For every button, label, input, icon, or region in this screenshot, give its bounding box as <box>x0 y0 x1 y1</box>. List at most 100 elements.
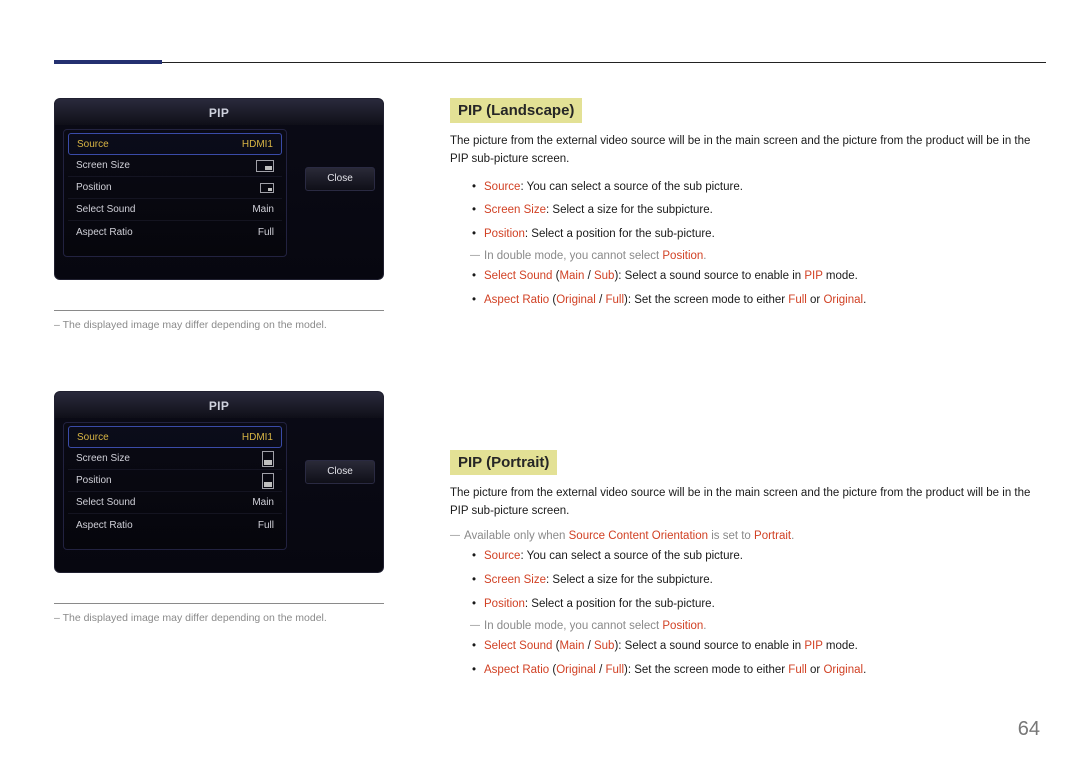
bullet-text: : You can select a source of the sub pic… <box>520 181 742 193</box>
pip-panel-portrait: PIP Source HDMI1 Screen Size <box>54 391 384 573</box>
bullet-select-sound: Select Sound (Main / Sub): Select a soun… <box>450 638 1036 656</box>
kw-full: Full <box>605 294 624 306</box>
position-portrait-icon <box>262 473 274 489</box>
section-portrait: PIP (Portrait) The picture from the exte… <box>450 450 1036 680</box>
sep-or: or <box>807 294 824 306</box>
bullet-text: : You can select a source of the sub pic… <box>520 550 742 562</box>
bullet-text: : Select a size for the subpicture. <box>546 574 713 586</box>
bullet-position: Position: Select a position for the sub-… <box>450 226 1036 244</box>
bullet-aspect-ratio: Aspect Ratio (Original / Full): Set the … <box>450 662 1036 680</box>
sep: / <box>584 270 594 282</box>
close-button[interactable]: Close <box>305 460 375 484</box>
bullet-text: : Set the screen mode to either <box>628 664 788 676</box>
menu-value: HDMI1 <box>242 432 273 443</box>
header-accent <box>54 60 162 64</box>
kw-aspect-ratio: Aspect Ratio <box>484 294 549 306</box>
note-text: In double mode, you cannot select <box>484 250 662 262</box>
footnote-dash: – <box>54 319 63 331</box>
footnote-text: The displayed image may differ depending… <box>63 319 327 331</box>
kw-position: Position <box>484 228 525 240</box>
menu-value <box>256 160 274 172</box>
kw-full: Full <box>605 664 624 676</box>
page-number: 64 <box>1018 718 1040 741</box>
heading-pip-landscape: PIP (Landscape) <box>450 98 582 123</box>
screen-size-portrait-icon <box>262 451 274 467</box>
menu-row-source[interactable]: Source HDMI1 <box>68 426 282 448</box>
pip-panel: PIP Source HDMI1 Screen Size <box>54 98 384 280</box>
bullet-aspect-ratio: Aspect Ratio (Original / Full): Set the … <box>450 292 1036 310</box>
menu-label: Screen Size <box>76 160 130 171</box>
kw-pip: PIP <box>804 640 822 652</box>
kw-portrait: Portrait <box>754 530 791 542</box>
bullet-tail: mode. <box>823 640 858 652</box>
menu-label: Select Sound <box>76 497 136 508</box>
kw-original: Original <box>823 294 863 306</box>
menu-row-screen-size[interactable]: Screen Size <box>68 448 282 470</box>
bullet-position: Position: Select a position for the sub-… <box>450 596 1036 614</box>
note-text: Available only when <box>464 530 569 542</box>
bullet-tail: . <box>863 664 866 676</box>
menu-row-source[interactable]: Source HDMI1 <box>68 133 282 155</box>
kw-screen-size: Screen Size <box>484 574 546 586</box>
panel-footnote: – The displayed image may differ dependi… <box>54 319 406 331</box>
header-rule <box>54 62 1046 63</box>
bullet-screen-size: Screen Size: Select a size for the subpi… <box>450 572 1036 590</box>
bullet-text: : Select a sound source to enable in <box>618 640 804 652</box>
menu-label: Source <box>77 139 109 150</box>
pip-panel: PIP Source HDMI1 Screen Size <box>54 391 384 573</box>
bullet-tail: mode. <box>823 270 858 282</box>
sep-or: or <box>807 664 824 676</box>
note-tail: . <box>703 250 706 262</box>
menu-row-aspect-ratio[interactable]: Aspect Ratio Full <box>68 221 282 243</box>
kw-source: Source <box>484 550 520 562</box>
sep: / <box>584 640 594 652</box>
kw-aspect-ratio: Aspect Ratio <box>484 664 549 676</box>
menu-box: Source HDMI1 Screen Size Position <box>63 129 287 257</box>
kw-original: Original <box>823 664 863 676</box>
bullet-source: Source: You can select a source of the s… <box>450 548 1036 566</box>
right-column: PIP (Landscape) The picture from the ext… <box>450 98 1036 685</box>
kw-pip: PIP <box>804 270 822 282</box>
panel-body: Source HDMI1 Screen Size Position <box>63 422 375 564</box>
kw-source-content-orientation: Source Content Orientation <box>569 530 708 542</box>
kw-position: Position <box>662 620 703 632</box>
menu-label: Screen Size <box>76 453 130 464</box>
section-landscape: PIP (Landscape) The picture from the ext… <box>450 98 1036 310</box>
note-available-only: Available only when Source Content Orien… <box>464 530 1036 542</box>
intro-landscape: The picture from the external video sour… <box>450 133 1036 169</box>
bullet-tail: . <box>863 294 866 306</box>
note-double-mode: In double mode, you cannot select Positi… <box>484 620 1036 632</box>
bullet-select-sound: Select Sound (Main / Sub): Select a soun… <box>450 268 1036 286</box>
menu-value: HDMI1 <box>242 139 273 150</box>
bullet-text: : Set the screen mode to either <box>628 294 788 306</box>
menu-label: Source <box>77 432 109 443</box>
note-tail: . <box>791 530 794 542</box>
menu-box: Source HDMI1 Screen Size Position <box>63 422 287 550</box>
menu-row-position[interactable]: Position <box>68 177 282 199</box>
note-mid: is set to <box>708 530 754 542</box>
page: PIP Source HDMI1 Screen Size <box>0 0 1080 763</box>
pip-panel-landscape: PIP Source HDMI1 Screen Size <box>54 98 384 280</box>
footnote-text: The displayed image may differ depending… <box>63 612 327 624</box>
menu-label: Aspect Ratio <box>76 520 133 531</box>
panel-portrait-block: PIP Source HDMI1 Screen Size <box>54 391 406 624</box>
bullet-list: Source: You can select a source of the s… <box>450 548 1036 613</box>
kw-position: Position <box>662 250 703 262</box>
note-tail: . <box>703 620 706 632</box>
close-button[interactable]: Close <box>305 167 375 191</box>
panel-title: PIP <box>55 99 383 125</box>
menu-row-select-sound[interactable]: Select Sound Main <box>68 199 282 221</box>
menu-row-screen-size[interactable]: Screen Size <box>68 155 282 177</box>
kw-sub: Sub <box>594 640 614 652</box>
header-line <box>54 62 1046 63</box>
panel-divider <box>54 310 384 311</box>
left-column: PIP Source HDMI1 Screen Size <box>54 98 406 685</box>
menu-row-select-sound[interactable]: Select Sound Main <box>68 492 282 514</box>
kw-main: Main <box>559 270 584 282</box>
bullet-text: : Select a position for the sub-picture. <box>525 598 715 610</box>
content-grid: PIP Source HDMI1 Screen Size <box>54 98 1036 685</box>
menu-row-position[interactable]: Position <box>68 470 282 492</box>
menu-row-aspect-ratio[interactable]: Aspect Ratio Full <box>68 514 282 536</box>
note-double-mode: In double mode, you cannot select Positi… <box>484 250 1036 262</box>
menu-value <box>260 183 274 193</box>
